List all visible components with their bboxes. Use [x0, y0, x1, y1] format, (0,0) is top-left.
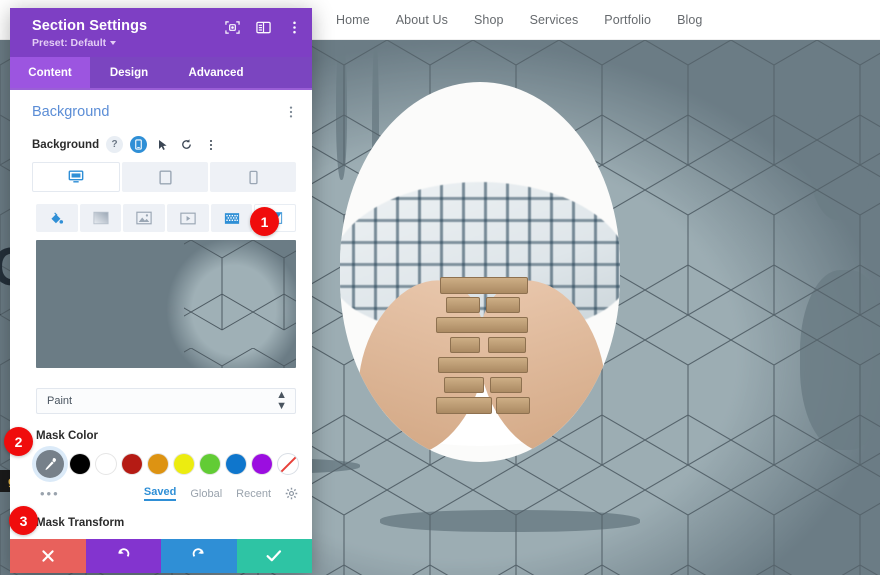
background-type-pattern[interactable]	[210, 204, 253, 232]
mask-preview-hexagon-pattern	[184, 240, 296, 368]
nav-item-blog[interactable]: Blog	[677, 13, 702, 27]
gradient-icon	[92, 211, 109, 225]
tablet-icon	[158, 169, 172, 185]
redo-icon	[192, 548, 204, 557]
hero-photo	[340, 82, 620, 462]
mask-transform-label: Mask Transform	[36, 517, 125, 529]
checkmark-icon	[266, 550, 282, 562]
background-section-header[interactable]: Background	[10, 90, 312, 126]
responsive-device-icon[interactable]	[130, 136, 148, 153]
nav-item-portfolio[interactable]: Portfolio	[604, 13, 651, 27]
background-type-image[interactable]	[123, 204, 166, 232]
mask-style-value: Paint	[47, 395, 73, 407]
mask-preview[interactable]	[36, 240, 296, 368]
swatch-purple[interactable]	[252, 454, 272, 474]
modal-footer-actions	[10, 539, 312, 573]
mask-style-select[interactable]: Paint ▲ ▼	[36, 388, 296, 414]
background-type-gradient[interactable]	[79, 204, 122, 232]
modal-preset-selector[interactable]: Preset: Default	[32, 37, 300, 49]
help-icon[interactable]: ?	[106, 136, 124, 153]
save-button[interactable]	[236, 539, 312, 573]
callout-badge-1: 1	[250, 207, 279, 236]
swatch-white[interactable]	[96, 454, 116, 474]
nav-item-shop[interactable]: Shop	[474, 13, 504, 27]
photo-block-tower	[436, 277, 532, 442]
background-type-video[interactable]	[167, 204, 209, 232]
image-icon	[136, 211, 152, 225]
palette-footer: ••• Saved Global Recent	[10, 478, 312, 501]
mask-color-swatches	[10, 450, 312, 478]
tab-design[interactable]: Design	[90, 57, 168, 88]
gear-icon[interactable]	[285, 487, 298, 500]
device-tab-desktop[interactable]	[32, 162, 120, 192]
device-tab-tablet[interactable]	[122, 162, 208, 192]
video-icon	[180, 212, 196, 224]
paint-bucket-icon	[51, 211, 64, 224]
swatch-orange[interactable]	[148, 454, 168, 474]
section-title: Background	[32, 104, 110, 120]
responsive-device-tabs	[32, 162, 296, 192]
chevron-updown-icon: ▲ ▼	[276, 389, 287, 412]
pattern-icon	[224, 212, 239, 224]
more-vertical-icon[interactable]	[202, 136, 219, 153]
swatch-black[interactable]	[70, 454, 90, 474]
redo-button[interactable]	[161, 539, 237, 573]
modal-preset-label: Preset: Default	[32, 37, 107, 49]
more-vertical-icon[interactable]	[284, 105, 298, 119]
close-icon	[42, 550, 54, 562]
swatch-dark-red[interactable]	[122, 454, 142, 474]
background-field-row: Background ?	[10, 126, 312, 160]
swatch-transparent[interactable]	[278, 454, 298, 474]
callout-badge-2: 2	[4, 427, 33, 456]
callout-badge-3: 3	[9, 506, 38, 535]
swatch-yellow[interactable]	[174, 454, 194, 474]
modal-header: Section Settings Preset: Default	[10, 8, 312, 57]
more-vertical-icon[interactable]	[287, 20, 302, 35]
hover-cursor-icon[interactable]	[154, 136, 171, 153]
mask-color-label: Mask Color	[36, 430, 98, 442]
undo-button[interactable]	[85, 539, 161, 573]
chevron-down-icon	[110, 41, 117, 45]
undo-icon	[118, 548, 130, 557]
mask-color-eyedropper[interactable]	[36, 450, 64, 478]
phone-icon	[248, 170, 258, 184]
more-colors-button[interactable]: •••	[40, 486, 60, 501]
device-tab-phone[interactable]	[210, 162, 296, 192]
desktop-icon	[68, 170, 84, 183]
palette-tab-saved[interactable]: Saved	[143, 486, 177, 501]
nav-item-about-us[interactable]: About Us	[396, 13, 448, 27]
panel-layout-icon[interactable]	[256, 20, 271, 35]
tab-content[interactable]: Content	[10, 57, 90, 88]
nav-item-services[interactable]: Services	[530, 13, 579, 27]
palette-tab-global[interactable]: Global	[190, 488, 222, 500]
modal-tab-bar: Content Design Advanced	[10, 57, 312, 90]
discard-changes-button[interactable]	[10, 539, 86, 573]
eyedropper-icon	[44, 457, 56, 470]
reset-icon[interactable]	[178, 136, 195, 153]
background-type-color[interactable]	[36, 204, 78, 232]
tab-advanced[interactable]: Advanced	[168, 57, 264, 88]
background-field-label: Background	[32, 138, 100, 151]
nav-item-home[interactable]: Home	[336, 13, 370, 27]
section-settings-modal: Section Settings Preset: Default Content…	[10, 8, 312, 573]
swatch-green[interactable]	[200, 454, 220, 474]
swatch-blue[interactable]	[226, 454, 246, 474]
palette-tab-recent[interactable]: Recent	[236, 488, 271, 500]
focus-target-icon[interactable]	[225, 20, 240, 35]
modal-body: Background Background ? Paint ▲ ▼ Mask C…	[10, 90, 312, 539]
